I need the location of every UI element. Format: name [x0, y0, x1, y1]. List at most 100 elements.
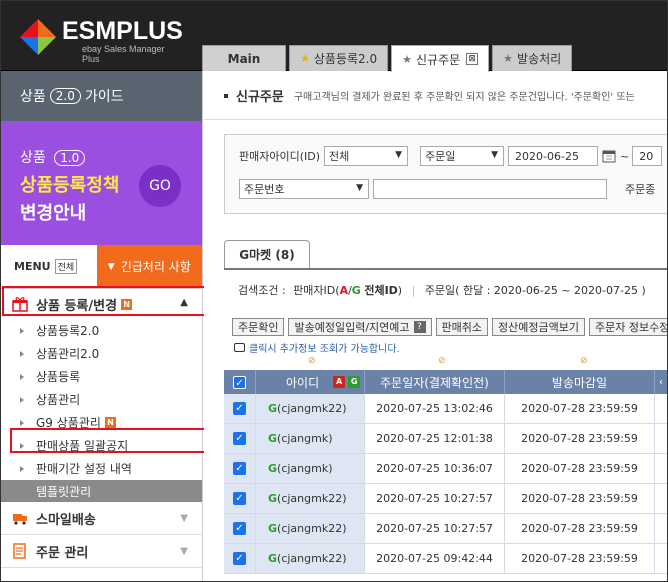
- row-checkbox-cell[interactable]: ✓: [224, 544, 256, 573]
- policy-banner[interactable]: 상품 1.0 상품등록정책 변경안내 GO: [0, 121, 202, 245]
- row-checkbox-cell[interactable]: ✓: [224, 424, 256, 453]
- chevron-left-icon[interactable]: ‹: [655, 370, 667, 394]
- banner-line3: 변경안내: [20, 203, 87, 224]
- product-guide-link[interactable]: 상품 2.0 가이드: [0, 71, 202, 121]
- sidebar-item-product-register[interactable]: 상품등록: [20, 365, 202, 388]
- header-order-date[interactable]: 주문일자(결제확인전): [365, 370, 505, 394]
- settlement-preview-button[interactable]: 정산예정금액보기: [492, 318, 585, 336]
- go-button[interactable]: GO: [139, 165, 181, 207]
- cancel-sale-button[interactable]: 판매취소: [435, 318, 488, 336]
- search-input[interactable]: [373, 179, 607, 199]
- page-description: 구매고객님의 결제가 완료된 후 주문확인 되지 않은 주문건입니다. '주문확…: [293, 92, 635, 103]
- order-type-label: 주문종: [625, 183, 656, 196]
- select-all-checkbox[interactable]: ✓: [233, 375, 246, 389]
- condition-g: G: [351, 284, 361, 297]
- table-row[interactable]: ✓ G (cjangmk22) 2020-07-25 13:02:46 2020-…: [224, 394, 668, 424]
- header-deadline-label: 발송마감일: [551, 375, 608, 390]
- condition-label: 검색조건 :: [238, 284, 286, 297]
- edit-buyer-info-button[interactable]: 주문자 정보수정: [588, 318, 668, 336]
- row-id: G (cjangmk22): [256, 514, 365, 543]
- main-content: 신규주문 구매고객님의 결제가 완료된 후 주문확인 되지 않은 주문건입니다.…: [204, 72, 668, 582]
- banner-line1: 상품 1.0: [20, 147, 202, 167]
- sidebar-item-sale-period[interactable]: 판매기간 설정 내역: [20, 457, 202, 480]
- table-row[interactable]: ✓ G (cjangmk) 2020-07-25 10:36:07 2020-07…: [224, 454, 668, 484]
- date-from-input[interactable]: 2020-06-25: [508, 146, 599, 166]
- row-checkbox-cell[interactable]: ✓: [224, 514, 256, 543]
- help-icon[interactable]: ?: [413, 321, 426, 333]
- select-all-cell[interactable]: ✓: [224, 370, 256, 394]
- row-deadline: 2020-07-28 23:59:59: [505, 544, 655, 573]
- row-checkbox[interactable]: ✓: [233, 402, 246, 415]
- star-icon[interactable]: ★: [300, 52, 310, 65]
- close-icon[interactable]: ⊠: [466, 53, 479, 65]
- urgent-items-button[interactable]: ▼ 긴급처리 사항: [96, 245, 202, 288]
- confirm-order-button[interactable]: 주문확인: [232, 318, 285, 336]
- sidebar-item-product-register-2[interactable]: 상품등록2.0: [20, 319, 202, 342]
- header-id[interactable]: 아이디 A G: [256, 370, 365, 394]
- button-label: 주문자 정보수정: [594, 321, 668, 334]
- search-type-select[interactable]: 주문번호 ▼: [239, 179, 369, 199]
- row-checkbox-cell[interactable]: ✓: [224, 454, 256, 483]
- menu-group-order-manage[interactable]: 주문 관리 ▼: [0, 535, 202, 568]
- submenu-list: 상품등록2.0 상품관리2.0 상품등록 상품관리 G9 상품관리 N 판매상품 …: [0, 319, 202, 480]
- sort-icon[interactable]: ⊘: [438, 356, 446, 366]
- tab-product-register[interactable]: ★ 상품등록2.0: [289, 45, 389, 71]
- star-icon[interactable]: ★: [503, 52, 513, 65]
- auction-icon: A: [333, 376, 346, 388]
- table-row[interactable]: ✓ G (cjangmk22) 2020-07-25 09:42:44 2020-…: [224, 544, 668, 574]
- row-checkbox-cell[interactable]: ✓: [224, 394, 256, 423]
- chevron-down-icon: ▼: [395, 150, 403, 160]
- date-type-value: 주문일: [425, 150, 456, 163]
- calendar-icon[interactable]: [602, 149, 616, 163]
- gmarket-mark: G: [268, 402, 278, 415]
- date-to-input[interactable]: 20: [632, 146, 663, 166]
- search-type-value: 주문번호: [244, 183, 285, 196]
- menu-group-smile-delivery[interactable]: 스마일배송 ▼: [0, 502, 202, 535]
- table-row[interactable]: ✓ G (cjangmk22) 2020-07-25 10:27:57 2020-…: [224, 514, 668, 544]
- chevron-down-icon[interactable]: ▼: [180, 513, 188, 524]
- ship-schedule-button[interactable]: 발송예정일입력/지연예고?: [288, 318, 432, 336]
- click-hint: 클릭시 추가정보 조회가 가능합니다.: [234, 340, 400, 355]
- star-icon[interactable]: ★: [402, 53, 412, 66]
- page-header: 신규주문 구매고객님의 결제가 완료된 후 주문확인 되지 않은 주문건입니다.…: [204, 72, 668, 120]
- row-checkbox[interactable]: ✓: [233, 462, 246, 475]
- filter-row-1: 판매자아이디(ID) 전체 ▼ 주문일 ▼ 2020-06-25 ~ 20: [239, 145, 663, 167]
- date-type-select[interactable]: 주문일 ▼: [420, 146, 505, 166]
- row-checkbox-cell[interactable]: ✓: [224, 484, 256, 513]
- sidebar-item-template[interactable]: 템플릿관리: [0, 480, 202, 502]
- tab-gmarket[interactable]: G마켓 (8): [224, 240, 310, 268]
- row-checkbox[interactable]: ✓: [233, 552, 246, 565]
- tab-underline: [224, 268, 668, 270]
- seller-id-select[interactable]: 전체 ▼: [324, 146, 409, 166]
- row-deadline: 2020-07-28 23:59:59: [505, 394, 655, 423]
- gmarket-mark: G: [268, 432, 278, 445]
- top-bar: ESMPLUS ebay Sales Manager Plus Main ★ 상…: [0, 0, 668, 72]
- esmplus-logo[interactable]: ESMPLUS ebay Sales Manager Plus: [20, 17, 183, 64]
- sort-icon[interactable]: ⊘: [308, 356, 316, 366]
- buyer-id: (cjangmk): [277, 432, 333, 445]
- sidebar: 상품 2.0 가이드 상품 1.0 상품등록정책 변경안내 GO MENU 전체…: [0, 71, 203, 582]
- date-to-value: 20: [639, 149, 654, 163]
- sort-icon[interactable]: ⊘: [580, 356, 588, 366]
- tab-new-orders[interactable]: ★ 신규주문 ⊠: [391, 45, 490, 72]
- header-deadline[interactable]: 발송마감일: [505, 370, 655, 394]
- menu-group-label: 스마일배송: [36, 512, 96, 528]
- row-checkbox[interactable]: ✓: [233, 522, 246, 535]
- table-row[interactable]: ✓ G (cjangmk22) 2020-07-25 10:27:57 2020-…: [224, 484, 668, 514]
- seller-id-label: 판매자아이디(ID): [239, 150, 321, 163]
- tab-shipping[interactable]: ★ 발송처리: [492, 45, 573, 71]
- chevron-down-icon[interactable]: ▼: [180, 546, 188, 557]
- menu-title: MENU: [14, 260, 51, 273]
- menu-all-button[interactable]: 전체: [54, 259, 78, 274]
- sidebar-item-product-manage[interactable]: 상품관리: [20, 388, 202, 411]
- row-checkbox[interactable]: ✓: [233, 492, 246, 505]
- sidebar-item-label: 상품관리2.0: [36, 347, 100, 361]
- row-checkbox[interactable]: ✓: [233, 432, 246, 445]
- document-icon: [13, 543, 26, 559]
- sidebar-item-product-manage-2[interactable]: 상품관리2.0: [20, 342, 202, 365]
- grid-header: ✓ 아이디 A G 주문일자(결제확인전) 발송마감일 ‹: [224, 370, 668, 394]
- table-row[interactable]: ✓ G (cjangmk) 2020-07-25 12:01:38 2020-07…: [224, 424, 668, 454]
- seller-id-value: 전체: [329, 150, 350, 163]
- tab-main[interactable]: Main: [202, 45, 286, 71]
- brand-name: ESMPLUS: [62, 17, 183, 45]
